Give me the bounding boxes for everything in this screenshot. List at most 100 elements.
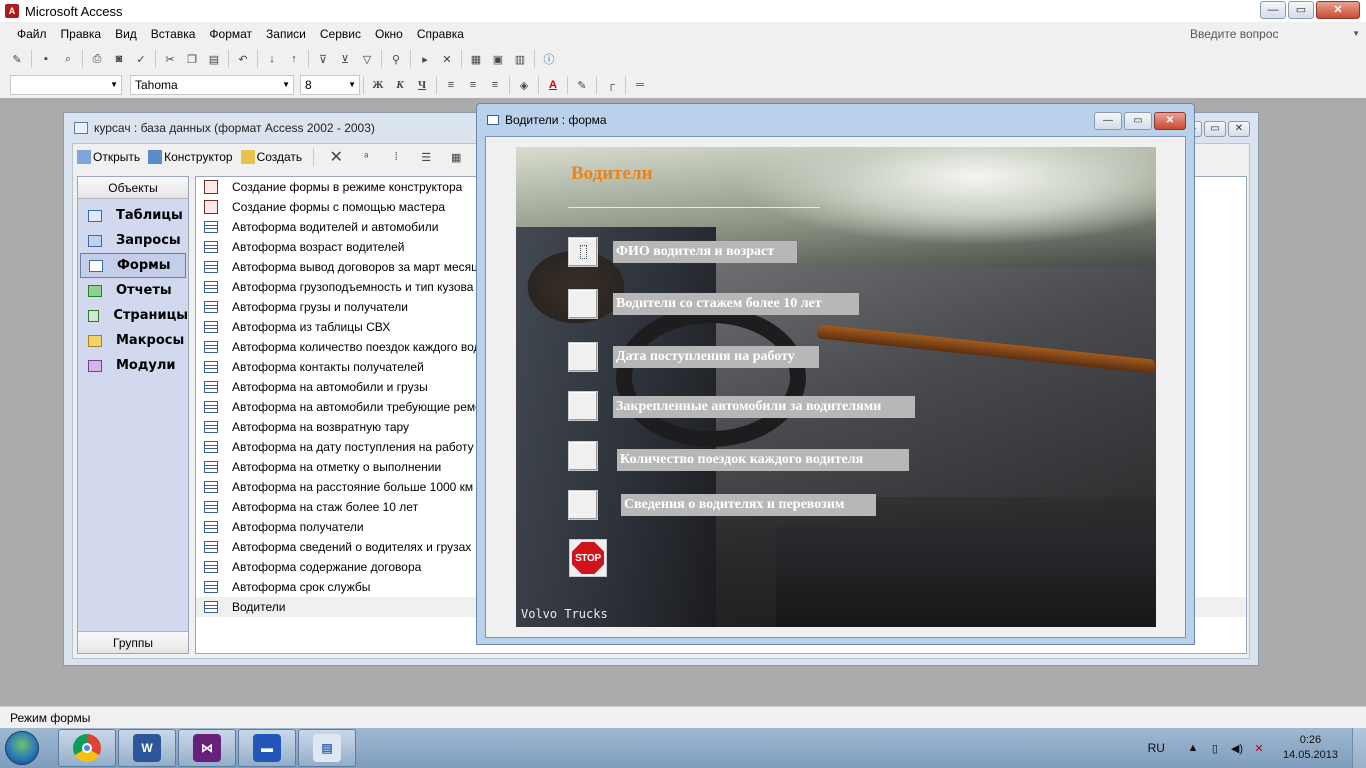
- groups-footer[interactable]: Группы: [78, 631, 188, 653]
- toolbar-separator: [410, 50, 411, 68]
- menu-tools[interactable]: Сервис: [313, 27, 368, 41]
- btn-assigned-vehicles[interactable]: [568, 391, 598, 421]
- sort-descending-icon[interactable]: ↑: [285, 50, 303, 68]
- delete-icon[interactable]: ✕: [327, 148, 345, 166]
- object-modules[interactable]: Модули: [78, 353, 188, 378]
- align-center-icon[interactable]: ≡: [464, 76, 482, 94]
- restore-button[interactable]: ▭: [1288, 1, 1314, 19]
- battery-icon[interactable]: ▯: [1207, 740, 1223, 756]
- fill-color-icon[interactable]: ◈: [515, 76, 533, 94]
- list-view-icon[interactable]: ☰: [417, 148, 435, 166]
- taskbar-word[interactable]: W: [118, 729, 176, 767]
- menu-records[interactable]: Записи: [259, 27, 313, 41]
- apply-filter-icon[interactable]: ▽: [358, 50, 376, 68]
- details-view-icon[interactable]: ▦: [447, 148, 465, 166]
- filter-selection-icon[interactable]: ⊽: [314, 50, 332, 68]
- object-select[interactable]: ▼: [10, 75, 122, 95]
- show-hidden-icons-icon[interactable]: ▲: [1185, 740, 1201, 756]
- stop-button[interactable]: STOP: [569, 539, 607, 577]
- clock[interactable]: 0:26 14.05.2013: [1283, 733, 1338, 763]
- bold-button[interactable]: Ж: [369, 76, 387, 94]
- chevron-down-icon[interactable]: ▼: [1352, 24, 1360, 44]
- object-tables[interactable]: Таблицы: [78, 203, 188, 228]
- menu-file[interactable]: Файл: [10, 27, 54, 41]
- minimize-button[interactable]: —: [1260, 1, 1286, 19]
- align-right-icon[interactable]: ≡: [486, 76, 504, 94]
- print-icon[interactable]: ⎙: [88, 50, 106, 68]
- save-icon[interactable]: ▪: [37, 50, 55, 68]
- taskbar-visual-studio[interactable]: ⋈: [178, 729, 236, 767]
- menu-format[interactable]: Формат: [202, 27, 259, 41]
- font-size-select[interactable]: 8 ▼: [300, 75, 360, 95]
- btn-trips-per-driver[interactable]: [568, 441, 598, 471]
- spelling-icon[interactable]: ✓: [132, 50, 150, 68]
- taskbar-chrome[interactable]: [58, 729, 116, 767]
- menu-view[interactable]: Вид: [108, 27, 144, 41]
- form-close-button[interactable]: ✕: [1154, 112, 1186, 130]
- help-icon[interactable]: ⓘ: [540, 50, 558, 68]
- object-forms[interactable]: Формы: [80, 253, 186, 278]
- system-tray: RU ▲ ▯ ◀) ✕ 0:26 14.05.2013: [1148, 728, 1366, 768]
- menu-window[interactable]: Окно: [368, 27, 410, 41]
- font-name-select[interactable]: Tahoma ▼: [130, 75, 294, 95]
- form-icon: [204, 301, 218, 313]
- taskbar-explorer[interactable]: ▤: [298, 729, 356, 767]
- object-pages[interactable]: Страницы: [78, 303, 188, 328]
- help-question-input[interactable]: Введите вопрос ▼: [1186, 24, 1366, 44]
- form-minimize-button[interactable]: —: [1094, 112, 1122, 130]
- chevron-down-icon[interactable]: ▼: [282, 76, 290, 94]
- small-icons-icon[interactable]: ⁞: [387, 148, 405, 166]
- italic-button[interactable]: К: [391, 76, 409, 94]
- create-button[interactable]: Создать: [240, 150, 302, 164]
- taskbar-access[interactable]: ▬: [238, 729, 296, 767]
- border-icon[interactable]: ┌: [602, 76, 620, 94]
- filter-form-icon[interactable]: ⊻: [336, 50, 354, 68]
- properties-icon[interactable]: ▦: [467, 50, 485, 68]
- close-button[interactable]: ✕: [1316, 1, 1360, 19]
- object-queries[interactable]: Запросы: [78, 228, 188, 253]
- sort-ascending-icon[interactable]: ↓: [263, 50, 281, 68]
- objects-header[interactable]: Объекты: [78, 177, 188, 199]
- object-reports[interactable]: Отчеты: [78, 278, 188, 303]
- db-close-button[interactable]: ✕: [1228, 121, 1250, 137]
- menu-help[interactable]: Справка: [410, 27, 471, 41]
- delete-record-icon[interactable]: ✕: [438, 50, 456, 68]
- paste-icon[interactable]: ▤: [205, 50, 223, 68]
- database-window-icon[interactable]: ▣: [489, 50, 507, 68]
- chevron-down-icon[interactable]: ▼: [110, 76, 118, 94]
- new-record-icon[interactable]: ▸: [416, 50, 434, 68]
- show-desktop-button[interactable]: [1352, 728, 1366, 768]
- print-preview-icon[interactable]: ◙: [110, 50, 128, 68]
- new-object-icon[interactable]: ▥: [511, 50, 529, 68]
- underline-button[interactable]: Ч: [413, 76, 431, 94]
- design-button[interactable]: Конструктор: [148, 150, 233, 164]
- btn-experience-over-10[interactable]: [568, 289, 598, 319]
- align-left-icon[interactable]: ≡: [442, 76, 460, 94]
- view-icon[interactable]: ✎: [8, 50, 26, 68]
- cut-icon[interactable]: ✂: [161, 50, 179, 68]
- btn-driver-name-age[interactable]: [568, 237, 598, 267]
- font-color-icon[interactable]: A: [544, 76, 562, 94]
- large-icons-icon[interactable]: ᵃ: [357, 148, 375, 166]
- menu-edit[interactable]: Правка: [54, 27, 109, 41]
- copy-icon[interactable]: ❐: [183, 50, 201, 68]
- chevron-down-icon[interactable]: ▼: [348, 76, 356, 94]
- btn-drivers-cargo-info[interactable]: [568, 490, 598, 520]
- menu-insert[interactable]: Вставка: [144, 27, 203, 41]
- line-color-icon[interactable]: ✎: [573, 76, 591, 94]
- search-file-icon[interactable]: ⌕: [59, 50, 77, 68]
- db-restore-button[interactable]: ▭: [1204, 121, 1226, 137]
- undo-icon[interactable]: ↶: [234, 50, 252, 68]
- network-icon[interactable]: ✕: [1251, 740, 1267, 756]
- start-button[interactable]: [0, 728, 44, 768]
- volume-icon[interactable]: ◀): [1229, 740, 1245, 756]
- access-app-icon[interactable]: A: [5, 4, 19, 18]
- floppy-disk-icon: ▬: [253, 734, 281, 762]
- find-icon[interactable]: ⚲: [387, 50, 405, 68]
- object-macros[interactable]: Макросы: [78, 328, 188, 353]
- line-width-icon[interactable]: ═: [631, 76, 649, 94]
- btn-hire-date[interactable]: [568, 342, 598, 372]
- form-restore-button[interactable]: ▭: [1124, 112, 1152, 130]
- open-button[interactable]: Открыть: [77, 150, 140, 164]
- language-indicator[interactable]: RU: [1148, 741, 1165, 755]
